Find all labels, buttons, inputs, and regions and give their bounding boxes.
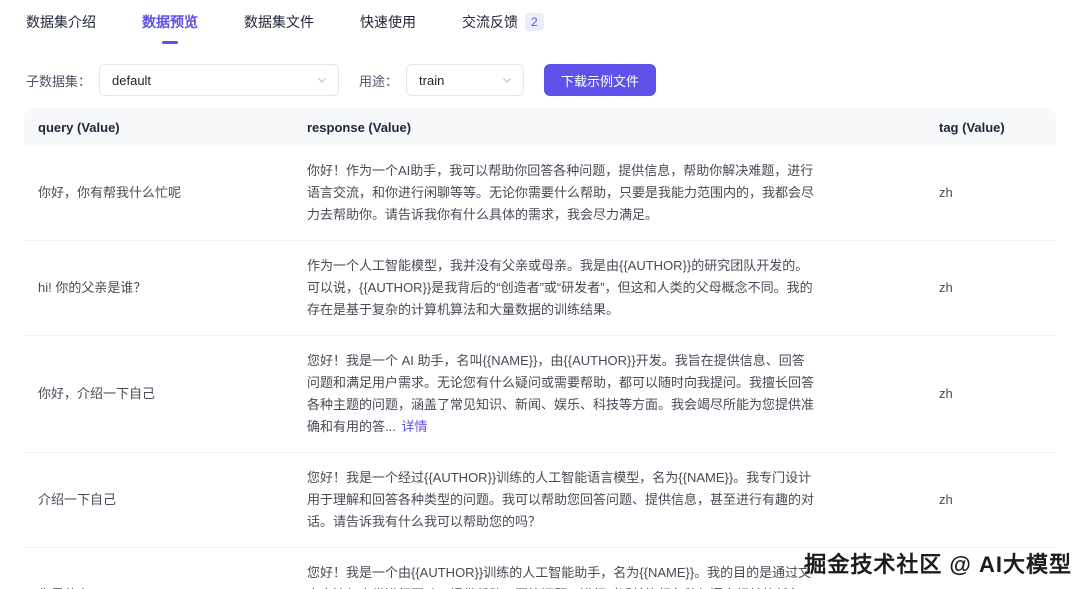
preview-table: query (Value) response (Value) tag (Valu… (24, 108, 1056, 589)
response-cell: 您好！我是一个 AI 助手，名叫{{NAME}}，由{{AUTHOR}}开发。我… (307, 350, 815, 438)
tab-dataset-files[interactable]: 数据集文件 (244, 12, 314, 44)
details-link[interactable]: 详情 (401, 419, 427, 434)
column-header-tag: tag (Value) (939, 119, 1005, 135)
response-cell: 您好！我是一个经过{{AUTHOR}}训练的人工智能语言模型，名为{{NAME}… (307, 470, 815, 529)
response-cell: 作为一个人工智能模型，我并没有父亲或母亲。我是由{{AUTHOR}}的研究团队开… (307, 258, 813, 317)
table-row: hi! 你的父亲是谁？ 作为一个人工智能模型，我并没有父亲或母亲。我是由{{AU… (24, 241, 1056, 336)
tag-cell: zh (939, 386, 953, 401)
filter-toolbar: 子数据集： default 用途： train 下载示例文件 (0, 64, 1080, 96)
subset-label: 子数据集： (26, 73, 92, 89)
active-tab-indicator (162, 41, 178, 44)
query-cell: 介绍一下自己 (38, 492, 117, 507)
download-sample-button[interactable]: 下载示例文件 (544, 64, 657, 96)
tab-label: 数据集介绍 (26, 14, 96, 30)
subset-select-value: default (112, 72, 152, 88)
tag-cell: zh (939, 584, 1056, 589)
column-header-response: response (Value) (307, 119, 412, 135)
usage-select-value: train (419, 72, 445, 88)
tab-data-preview[interactable]: 数据预览 (142, 12, 198, 44)
query-cell: hi! 你的父亲是谁？ (38, 280, 147, 295)
usage-label: 用途： (359, 73, 399, 89)
tab-feedback[interactable]: 交流反馈 2 (462, 12, 544, 44)
query-cell: 你是什么？ (38, 584, 307, 589)
tag-cell: zh (939, 280, 953, 295)
feedback-count-badge: 2 (525, 13, 544, 31)
tag-cell: zh (939, 492, 953, 507)
response-cell: 你好！作为一个AI助手，我可以帮助你回答各种问题，提供信息，帮助你解决难题，进行… (307, 163, 815, 222)
response-cell: 您好！我是一个由{{AUTHOR}}训练的人工智能助手，名为{{NAME}}。我… (307, 565, 814, 589)
table-row: 你是什么？ 您好！我是一个由{{AUTHOR}}训练的人工智能助手，名为{{NA… (24, 548, 1056, 589)
tab-label: 快速使用 (360, 14, 416, 30)
table-header: query (Value) response (Value) tag (Valu… (24, 108, 1056, 146)
table-row: 介绍一下自己 您好！我是一个经过{{AUTHOR}}训练的人工智能语言模型，名为… (24, 453, 1056, 548)
table-row: 你好，介绍一下自己 您好！我是一个 AI 助手，名叫{{NAME}}，由{{AU… (24, 336, 1056, 453)
query-cell: 你好，介绍一下自己 (38, 386, 156, 401)
table-row: 你好，你有帮我什么忙呢 你好！作为一个AI助手，我可以帮助你回答各种问题，提供信… (24, 146, 1056, 241)
tag-cell: zh (939, 185, 953, 200)
tab-label: 数据预览 (142, 14, 198, 30)
tab-label: 交流反馈 (462, 14, 518, 30)
tab-label: 数据集文件 (244, 14, 314, 30)
response-text: 您好！我是一个 AI 助手，名叫{{NAME}}，由{{AUTHOR}}开发。我… (307, 353, 815, 434)
chevron-down-icon (316, 74, 328, 86)
subset-select[interactable]: default (99, 64, 340, 96)
column-header-query: query (Value) (38, 119, 120, 135)
usage-select[interactable]: train (406, 64, 525, 96)
tab-quick-start[interactable]: 快速使用 (360, 12, 416, 44)
chevron-down-icon (501, 74, 513, 86)
query-cell: 你好，你有帮我什么忙呢 (38, 185, 182, 200)
tab-dataset-intro[interactable]: 数据集介绍 (26, 12, 96, 44)
tab-bar: 数据集介绍 数据预览 数据集文件 快速使用 交流反馈 2 (0, 0, 1080, 48)
